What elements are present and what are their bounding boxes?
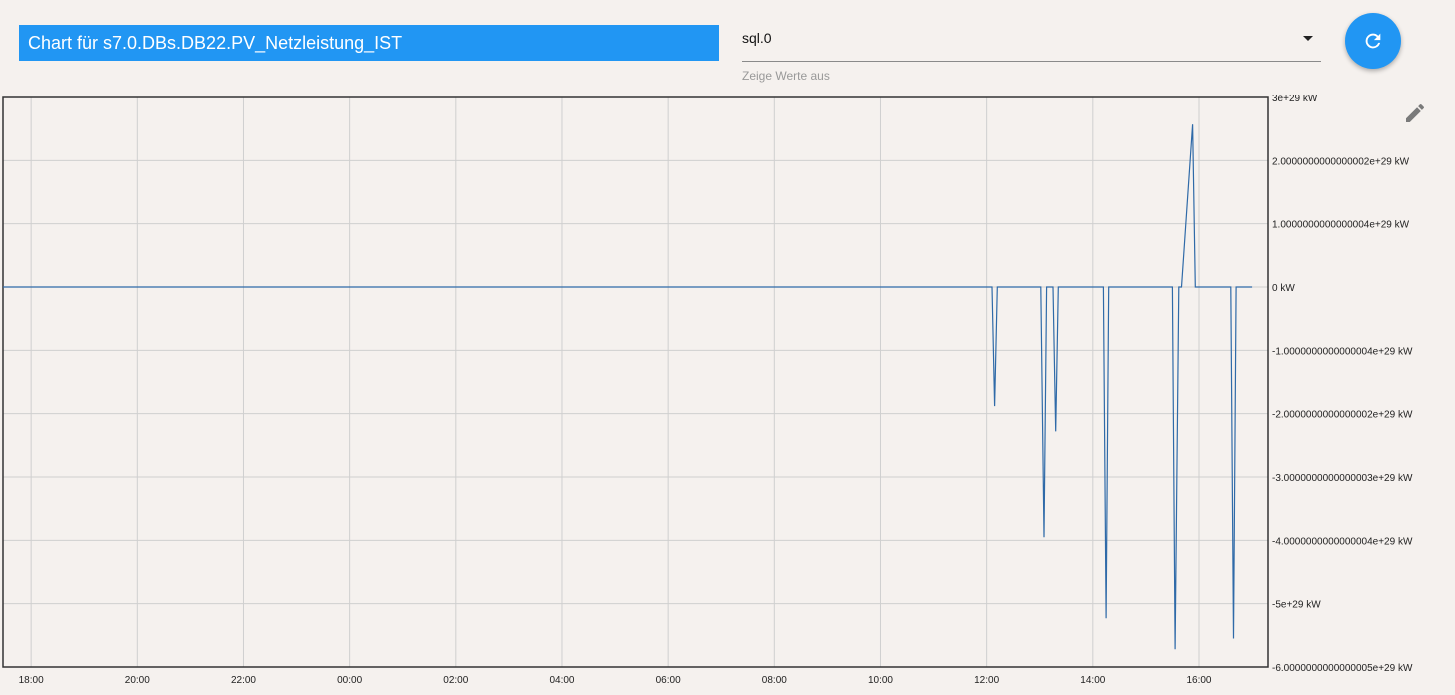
refresh-button[interactable] <box>1345 13 1401 69</box>
x-tick-label: 12:00 <box>974 675 999 686</box>
x-tick-label: 10:00 <box>868 675 893 686</box>
x-tick-label: 08:00 <box>762 675 787 686</box>
y-tick-label: 2.0000000000000002e+29 kW <box>1272 156 1410 167</box>
x-tick-label: 06:00 <box>656 675 681 686</box>
instance-select-value[interactable]: sql.0 <box>742 30 772 46</box>
x-tick-label: 22:00 <box>231 675 256 686</box>
chart-title-bar: Chart für s7.0.DBs.DB22.PV_Netzleistung_… <box>19 25 719 61</box>
series-line <box>3 124 1253 650</box>
y-tick-label: -4.0000000000000004e+29 kW <box>1272 536 1413 547</box>
x-tick-label: 14:00 <box>1080 675 1105 686</box>
x-tick-label: 20:00 <box>125 675 150 686</box>
chart-area[interactable]: 3e+29 kW 2.0000000000000002e+29 kW 1.00000… <box>0 93 1455 690</box>
line-chart[interactable]: 3e+29 kW 2.0000000000000002e+29 kW 1.00000… <box>0 93 1455 690</box>
y-tick-label: -1.0000000000000004e+29 kW <box>1272 346 1413 357</box>
x-tick-label: 16:00 <box>1186 675 1211 686</box>
x-tick-label: 18:00 <box>19 675 44 686</box>
instance-select[interactable]: sql.0 Zeige Werte aus <box>742 22 1321 84</box>
chart-title: Chart für s7.0.DBs.DB22.PV_Netzleistung_… <box>28 32 403 53</box>
y-tick-label: -3.0000000000000003e+29 kW <box>1272 473 1413 484</box>
plot-frame <box>2 96 1269 668</box>
instance-select-helper: Zeige Werte aus <box>742 69 830 83</box>
y-tick-label: 3e+29 kW <box>1272 95 1318 104</box>
pencil-icon <box>1406 103 1425 122</box>
y-tick-label: -6.0000000000000005e+29 kW <box>1272 663 1413 674</box>
edit-chart-button[interactable] <box>1403 101 1427 125</box>
x-tick-label: 02:00 <box>443 675 468 686</box>
y-tick-label: 0 kW <box>1272 283 1295 294</box>
arrow-drop-down-icon[interactable] <box>1303 36 1313 41</box>
y-tick-label: -2.0000000000000002e+29 kW <box>1272 410 1413 421</box>
x-tick-label: 00:00 <box>337 675 362 686</box>
y-tick-label: -5e+29 kW <box>1272 600 1321 611</box>
select-underline <box>742 61 1321 62</box>
refresh-icon <box>1365 33 1381 49</box>
x-tick-label: 04:00 <box>549 675 574 686</box>
y-tick-label: 1.0000000000000004e+29 kW <box>1272 220 1410 231</box>
